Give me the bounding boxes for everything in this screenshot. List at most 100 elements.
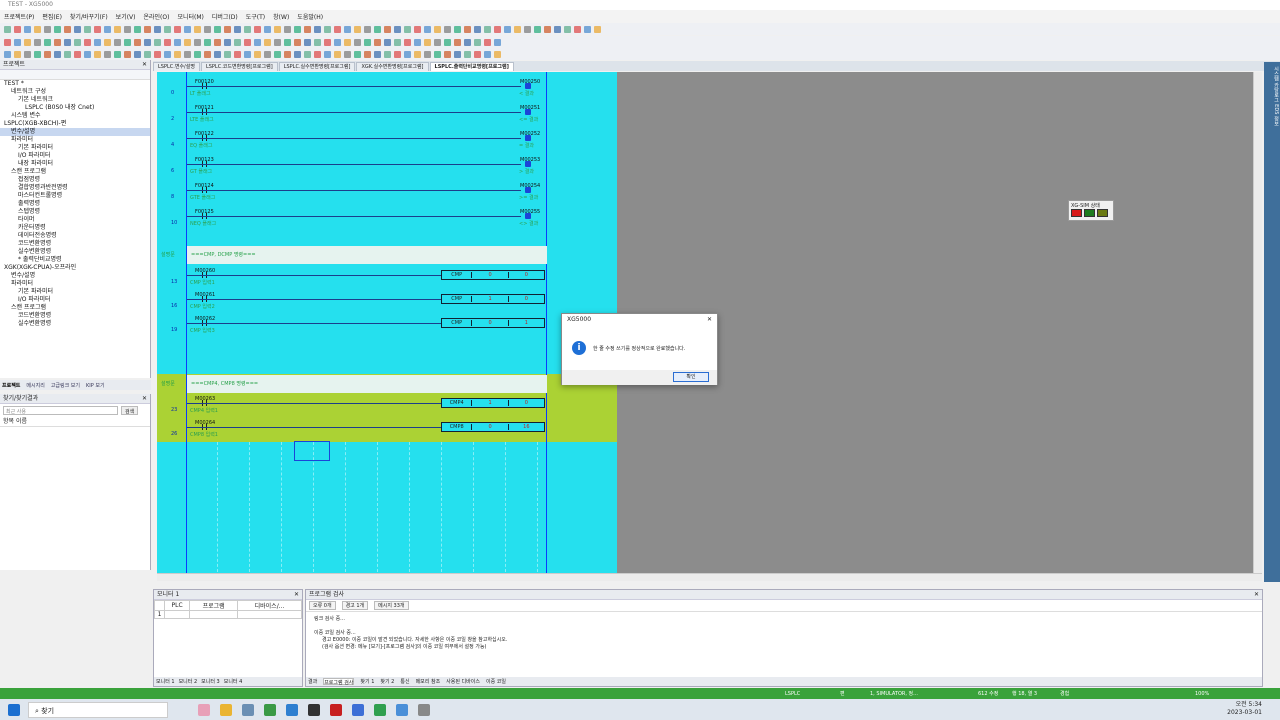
tree-item[interactable]: LSPLC(XGB-XBCH)-편 bbox=[0, 120, 150, 128]
document-tab[interactable]: LSPLC.변수/설명 bbox=[153, 62, 200, 71]
menu-item[interactable]: 찾기/바꾸기(F) bbox=[70, 12, 108, 21]
toolbar-button-icon[interactable] bbox=[454, 25, 461, 33]
menu-item[interactable]: 모니터(M) bbox=[177, 12, 203, 21]
toolbar-button-icon[interactable] bbox=[594, 25, 601, 33]
toolbar-button-icon[interactable] bbox=[364, 25, 371, 33]
toolbar-button-icon[interactable] bbox=[284, 38, 291, 46]
toolbar-button-icon[interactable] bbox=[464, 38, 471, 46]
xg5000-icon[interactable] bbox=[374, 703, 386, 716]
toolbar-button-icon[interactable] bbox=[394, 25, 401, 33]
toolbar-button-icon[interactable] bbox=[34, 25, 41, 33]
toolbar-button-icon[interactable] bbox=[154, 25, 161, 33]
toolbar-button-icon[interactable] bbox=[84, 50, 91, 58]
ok-button[interactable]: 확인 bbox=[673, 372, 709, 382]
toolbar-button-icon[interactable] bbox=[124, 38, 131, 46]
toolbar-button-icon[interactable] bbox=[464, 50, 471, 58]
toolbar-button-icon[interactable] bbox=[344, 38, 351, 46]
function-block[interactable]: CMP8 0 16 bbox=[441, 422, 545, 432]
toolbar-button-icon[interactable] bbox=[4, 25, 11, 33]
toolbar-button-icon[interactable] bbox=[574, 25, 581, 33]
toolbar-button-icon[interactable] bbox=[54, 25, 61, 33]
menu-item[interactable]: 온라인(O) bbox=[144, 12, 170, 21]
tree-item[interactable]: 실수변환명령 bbox=[0, 248, 150, 256]
toolbar-button-icon[interactable] bbox=[354, 25, 361, 33]
tree-item[interactable]: 코드변환명령 bbox=[0, 312, 150, 320]
tree-item[interactable]: 마스터컨트롤명령 bbox=[0, 192, 150, 200]
toolbar-button-icon[interactable] bbox=[184, 50, 191, 58]
check-tab[interactable]: 찾기 1 bbox=[360, 678, 374, 685]
tree-item[interactable]: 변수/설명 bbox=[0, 128, 150, 136]
toolbar-button-icon[interactable] bbox=[214, 25, 221, 33]
toolbar-button-icon[interactable] bbox=[174, 25, 181, 33]
check-tab[interactable]: 통신 bbox=[400, 678, 409, 685]
vertical-scrollbar[interactable] bbox=[1253, 72, 1262, 573]
toolbar-button-icon[interactable] bbox=[144, 25, 151, 33]
toolbar-button-icon[interactable] bbox=[494, 50, 501, 58]
toolbar-button-icon[interactable] bbox=[164, 38, 171, 46]
toolbar-button-icon[interactable] bbox=[124, 25, 131, 33]
toolbar-button-icon[interactable] bbox=[184, 38, 191, 46]
toolbar-button-icon[interactable] bbox=[44, 50, 51, 58]
chrome-icon[interactable] bbox=[264, 703, 276, 716]
check-tab[interactable]: 프로그램 검사 bbox=[323, 678, 355, 686]
toolbar-button-icon[interactable] bbox=[104, 50, 111, 58]
toolbar-button-icon[interactable] bbox=[244, 25, 251, 33]
tree-item[interactable]: 코드변환명령 bbox=[0, 240, 150, 248]
function-block[interactable]: CMP 1 0 bbox=[441, 294, 545, 304]
toolbar-button-icon[interactable] bbox=[424, 38, 431, 46]
tree-item[interactable]: LSPLC (B0S0 내장 Cnet) bbox=[0, 104, 150, 112]
toolbar-button-icon[interactable] bbox=[54, 38, 61, 46]
toolbar-button-icon[interactable] bbox=[214, 38, 221, 46]
toolbar-button-icon[interactable] bbox=[444, 50, 451, 58]
toolbar-button-icon[interactable] bbox=[314, 38, 321, 46]
monitor-tab[interactable]: 모니터 1 bbox=[156, 678, 175, 685]
toolbar-button-icon[interactable] bbox=[124, 50, 131, 58]
toolbar-button-icon[interactable] bbox=[14, 38, 21, 46]
coil-symbol[interactable] bbox=[525, 213, 531, 219]
document-tab[interactable]: XGK.실수변환명령[프로그램] bbox=[356, 62, 429, 71]
toolbar-button-icon[interactable] bbox=[34, 38, 41, 46]
toolbar-button-icon[interactable] bbox=[134, 38, 141, 46]
toolbar-button-icon[interactable] bbox=[484, 50, 491, 58]
toolbar-button-icon[interactable] bbox=[384, 25, 391, 33]
menu-item[interactable]: 도움말(H) bbox=[297, 12, 323, 21]
toolbar-button-icon[interactable] bbox=[164, 50, 171, 58]
menu-item[interactable]: 도구(T) bbox=[246, 12, 265, 21]
toolbar-button-icon[interactable] bbox=[204, 50, 211, 58]
tree-item[interactable]: 파라미터 bbox=[0, 136, 150, 144]
clock[interactable]: 오전 5:34 2023-03-01 bbox=[1227, 701, 1262, 717]
toolbar-button-icon[interactable] bbox=[144, 50, 151, 58]
project-tab[interactable]: 프로젝트 bbox=[2, 382, 20, 389]
tree-item[interactable]: 출력명령 bbox=[0, 200, 150, 208]
folder-icon[interactable] bbox=[220, 703, 232, 716]
toolbar-button-icon[interactable] bbox=[564, 25, 571, 33]
toolbar-button-icon[interactable] bbox=[74, 38, 81, 46]
toolbar-button-icon[interactable] bbox=[144, 38, 151, 46]
toolbar-button-icon[interactable] bbox=[4, 38, 11, 46]
toolbar-button-icon[interactable] bbox=[434, 38, 441, 46]
toolbar-button-icon[interactable] bbox=[264, 50, 271, 58]
toolbar-button-icon[interactable] bbox=[84, 25, 91, 33]
menu-item[interactable]: 보기(V) bbox=[116, 12, 136, 21]
toolbar-button-icon[interactable] bbox=[524, 25, 531, 33]
toolbar-button-icon[interactable] bbox=[474, 25, 481, 33]
tree-item[interactable]: I/O 파라미터 bbox=[0, 296, 150, 304]
toolbar-button-icon[interactable] bbox=[424, 25, 431, 33]
toolbar-button-icon[interactable] bbox=[74, 50, 81, 58]
toolbar-button-icon[interactable] bbox=[584, 25, 591, 33]
menu-item[interactable]: 프로젝트(P) bbox=[4, 12, 34, 21]
coil-symbol[interactable] bbox=[525, 135, 531, 141]
tree-item[interactable]: 결합명령과반전명령 bbox=[0, 184, 150, 192]
toolbar-button-icon[interactable] bbox=[224, 50, 231, 58]
toolbar-button-icon[interactable] bbox=[274, 38, 281, 46]
toolbar-button-icon[interactable] bbox=[394, 38, 401, 46]
toolbar-button-icon[interactable] bbox=[374, 50, 381, 58]
toolbar-button-icon[interactable] bbox=[354, 50, 361, 58]
toolbar-button-icon[interactable] bbox=[374, 38, 381, 46]
toolbar-button-icon[interactable] bbox=[534, 25, 541, 33]
toolbar-button-icon[interactable] bbox=[64, 25, 71, 33]
toolbar-button-icon[interactable] bbox=[384, 50, 391, 58]
tree-item[interactable]: 변수/설명 bbox=[0, 272, 150, 280]
toolbar-button-icon[interactable] bbox=[494, 38, 501, 46]
toolbar-button-icon[interactable] bbox=[334, 25, 341, 33]
